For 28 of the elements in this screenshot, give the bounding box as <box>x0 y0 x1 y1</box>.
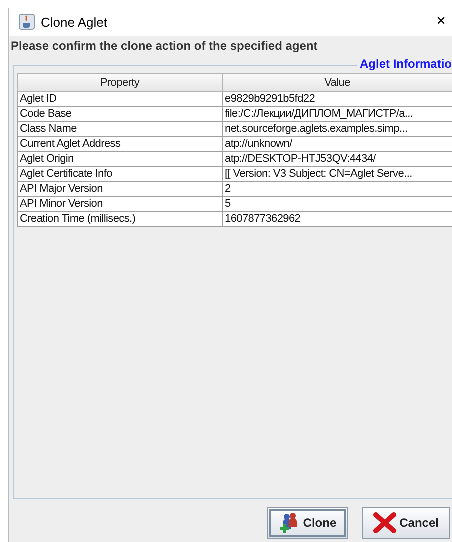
cross-icon <box>372 512 397 534</box>
table-cell: net.sourceforge.aglets.examples.simp... <box>222 122 452 136</box>
table-cell: Aglet ID <box>18 92 222 106</box>
table-cell: file:/C:/Лекции/ДИПЛОМ_МАГИСТР/a... <box>222 106 452 122</box>
table-cell: atp://unknown/ <box>222 136 452 152</box>
close-button[interactable]: × <box>436 13 446 31</box>
dialog-button[interactable]: Clone <box>267 507 348 539</box>
prompt-text: Please confirm the clone action of the specified agent <box>11 38 319 55</box>
table-cell: API Major Version <box>18 182 222 196</box>
table-cell: atp://DESKTOP-HTJ53QV:4434/ <box>222 152 452 166</box>
table-cell: 2 <box>222 182 452 196</box>
table-cell: e9829b9291b5fd22 <box>222 92 452 106</box>
window-title: Clone Aglet <box>41 14 108 30</box>
column-header[interactable]: Property <box>18 74 222 92</box>
dialog-button[interactable]: Cancel <box>362 507 450 539</box>
table-cell: Aglet Origin <box>18 152 222 166</box>
table-cell: 1607877362962 <box>222 212 452 226</box>
table-cell: Current Aglet Address <box>18 136 222 152</box>
table-cell: Class Name <box>18 122 222 136</box>
table-cell: Aglet Certificate Info <box>18 166 222 182</box>
table-cell: API Minor Version <box>18 196 222 212</box>
table-cell: [[ Version: V3 Subject: CN=Aglet Serve... <box>222 166 452 182</box>
table-cell: Creation Time (millisecs.) <box>18 212 222 226</box>
group-title: Aglet Informatio <box>357 57 452 71</box>
coffee-cup-icon <box>19 14 35 30</box>
table-cell: 5 <box>222 196 452 212</box>
column-header[interactable]: Value <box>222 74 452 92</box>
table-cell: Code Base <box>18 106 222 122</box>
